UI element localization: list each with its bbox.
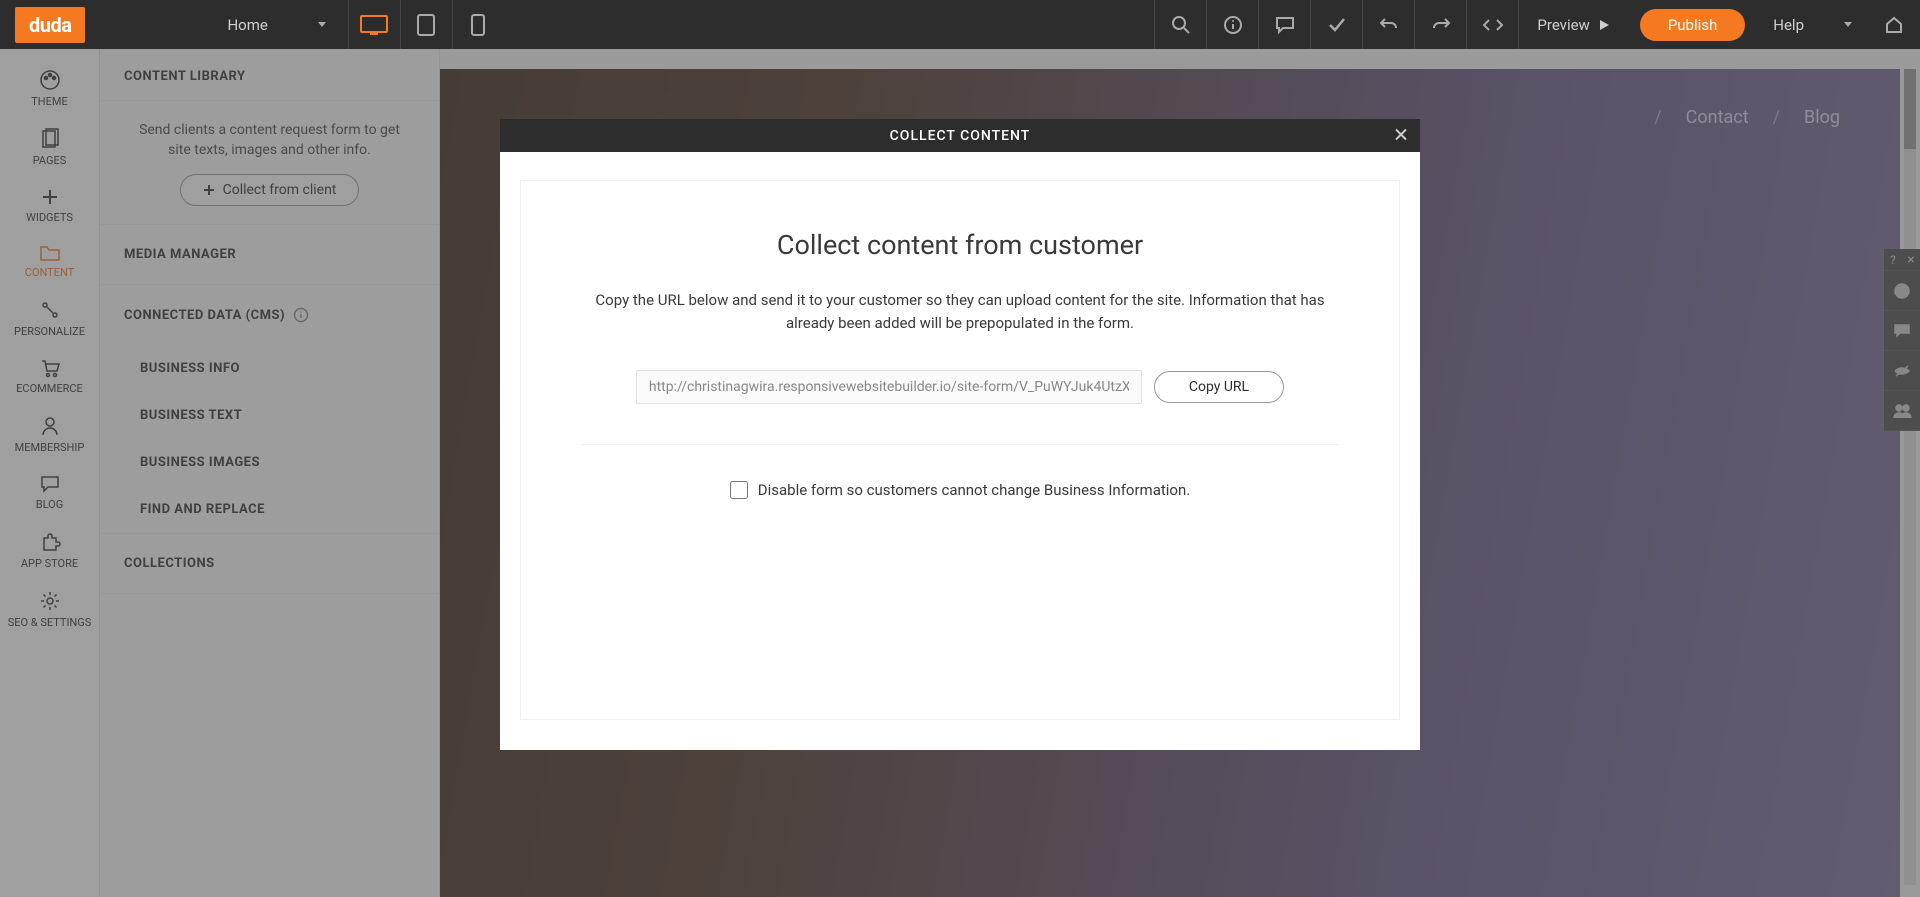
- logo: duda: [15, 7, 85, 43]
- mobile-icon: [471, 14, 485, 36]
- preview-button[interactable]: Preview: [1518, 0, 1627, 49]
- undo-button[interactable]: [1362, 0, 1414, 49]
- modal-close-button[interactable]: [1394, 125, 1408, 146]
- comments-button[interactable]: [1258, 0, 1310, 49]
- modal-overlay: COLLECT CONTENT Collect content from cus…: [0, 49, 1920, 897]
- home-icon: [1884, 15, 1904, 35]
- devmode-button[interactable]: [1466, 0, 1518, 49]
- device-tablet-button[interactable]: [400, 0, 452, 49]
- page-dropdown-label: Home: [227, 16, 267, 34]
- modal-description: Copy the URL below and send it to your c…: [581, 289, 1339, 334]
- chevron-down-icon: [1844, 22, 1852, 27]
- code-icon: [1482, 15, 1504, 35]
- page-dropdown[interactable]: Home: [205, 0, 347, 49]
- modal-heading: Collect content from customer: [581, 229, 1339, 261]
- device-mobile-button[interactable]: [452, 0, 504, 49]
- tablet-icon: [417, 14, 435, 36]
- chevron-down-icon: [318, 22, 326, 27]
- dashboard-button[interactable]: [1868, 0, 1920, 49]
- close-icon: [1394, 127, 1408, 141]
- modal-title: COLLECT CONTENT: [890, 128, 1031, 144]
- publish-button[interactable]: Publish: [1640, 9, 1745, 41]
- preview-label: Preview: [1537, 16, 1589, 34]
- play-icon: [1598, 19, 1610, 31]
- disable-form-checkbox[interactable]: [730, 481, 748, 499]
- search-button[interactable]: [1154, 0, 1206, 49]
- info-button[interactable]: [1206, 0, 1258, 49]
- collect-content-modal: COLLECT CONTENT Collect content from cus…: [500, 119, 1420, 750]
- disable-form-label[interactable]: Disable form so customers cannot change …: [758, 481, 1190, 499]
- info-icon: [1223, 15, 1243, 35]
- redo-icon: [1431, 15, 1451, 35]
- search-icon: [1171, 15, 1191, 35]
- device-desktop-button[interactable]: [348, 0, 400, 49]
- copy-url-button[interactable]: Copy URL: [1154, 371, 1284, 403]
- undo-icon: [1379, 15, 1399, 35]
- redo-button[interactable]: [1414, 0, 1466, 49]
- check-button[interactable]: [1310, 0, 1362, 49]
- help-dropdown[interactable]: Help: [1757, 0, 1868, 49]
- desktop-icon: [360, 15, 388, 35]
- comment-icon: [1275, 15, 1295, 35]
- help-label: Help: [1773, 16, 1804, 34]
- divider: [581, 444, 1339, 445]
- check-icon: [1327, 15, 1347, 35]
- url-input[interactable]: [636, 370, 1142, 404]
